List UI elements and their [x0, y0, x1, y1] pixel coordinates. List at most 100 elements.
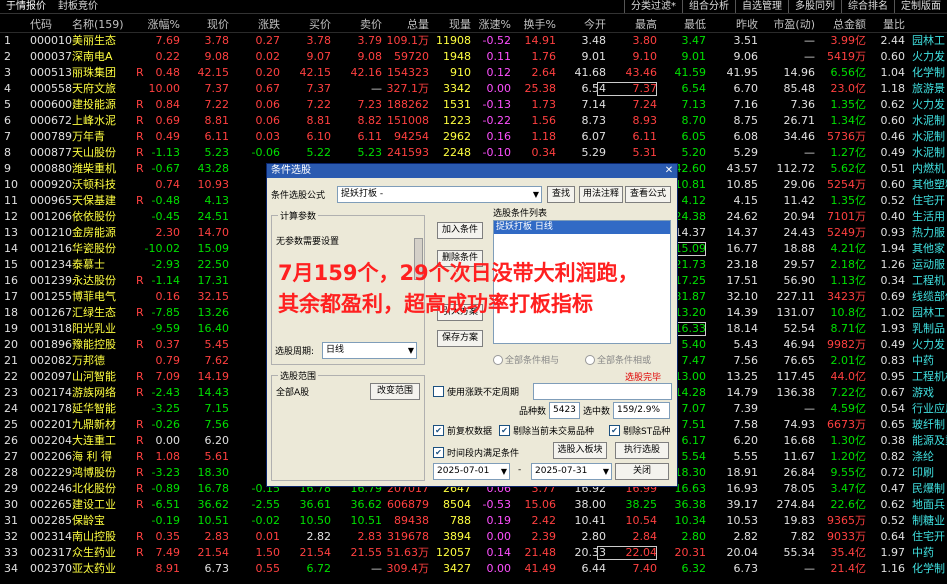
header-col-bid[interactable]: 买价 — [309, 16, 331, 32]
table-row[interactable]: 8 000877 天山股份 R -1.13 5.23 -0.06 5.22 5.23 241593… — [0, 145, 947, 161]
uncertain-period-input[interactable] — [533, 383, 672, 400]
table-row[interactable]: 1 000010 美丽生态 7.69 3.78 0.27 3.78 3.79 109.1万 119… — [0, 33, 947, 49]
find-button[interactable]: 查找 — [547, 186, 575, 203]
table-row[interactable]: 34 002370 亚太药业 8.91 6.73 0.55 6.72—309.4万 3427 0… — [0, 561, 947, 577]
header-col-low[interactable]: 最低 — [684, 16, 706, 32]
row-number: 33 — [4, 546, 18, 559]
stock-code: 002370 — [30, 562, 72, 575]
header-col-code[interactable]: 代码 — [30, 16, 52, 32]
stock-code: 002317 — [30, 546, 72, 559]
header-col-change-pct[interactable]: 涨幅% — [148, 16, 180, 32]
header-col-name[interactable]: 名称(159) — [72, 16, 124, 32]
header-col-pe[interactable]: 市盈(动) — [773, 16, 815, 32]
stock-code: 001318 — [30, 322, 72, 335]
header-col-high[interactable]: 最高 — [635, 16, 657, 32]
add-to-board-button[interactable]: 选股入板块 — [553, 442, 607, 459]
period-select[interactable]: 日线 ▼ — [322, 342, 417, 359]
col-prev-close: 10.85 — [726, 178, 759, 191]
date-to-input[interactable]: 2025-07-31 ▼ — [531, 463, 612, 480]
date-from-input[interactable]: 2025-07-01 ▼ — [433, 463, 510, 480]
header-col-turnover[interactable]: 换手% — [524, 16, 556, 32]
col-prev-close: 6.70 — [733, 82, 759, 95]
col-vol-ratio: 0.67 — [880, 386, 906, 399]
header-col-cur-volume[interactable]: 现量 — [449, 16, 471, 32]
header-col-price[interactable]: 现价 — [207, 16, 229, 32]
annotation-overlay: 7月159个，29个次日没带大利润跑， 其余都盈利，超高成功率打板指标 — [278, 258, 668, 320]
stock-code: 002314 — [30, 530, 72, 543]
tab-watchlist[interactable]: 自选管理 — [735, 0, 788, 13]
save-plan-button[interactable]: 保存方案 — [437, 330, 483, 347]
col-prev-close: 7.56 — [733, 354, 759, 367]
tab-combo[interactable]: 组合分析 — [682, 0, 735, 13]
table-row[interactable]: 33 002317 众生药业 R 7.49 21.54 1.50 21.54 21.55 51.6… — [0, 545, 947, 561]
usage-button[interactable]: 用法注释 — [579, 186, 623, 203]
row-number: 31 — [4, 514, 18, 527]
radio-all-or[interactable]: 全部条件相或 — [585, 353, 651, 366]
st-label: 剔除ST品种 — [623, 427, 671, 437]
exclude-untraded-checkbox[interactable]: ✔ 剔除当前未交易品种 — [499, 424, 594, 437]
formula-select[interactable]: 捉妖打板 - ▼ — [337, 186, 542, 203]
tab-quote[interactable]: 于情报价 — [0, 0, 52, 13]
header-col-volume[interactable]: 总量 — [407, 16, 429, 32]
col-low: 5.20 — [681, 146, 707, 159]
header-col-ask[interactable]: 卖价 — [360, 16, 382, 32]
col-vol-ratio: 0.60 — [880, 114, 906, 127]
formula-label: 条件选股公式 — [271, 191, 326, 201]
fq-label: 前复权数据 — [447, 427, 493, 437]
tab-layout[interactable]: 定制版面 — [894, 0, 947, 13]
header-col-amount[interactable]: 总金额 — [833, 16, 866, 32]
close-icon[interactable]: ✕ — [663, 165, 675, 177]
row-number: 19 — [4, 322, 18, 335]
time-range-label: 时间段内满足条件 — [447, 449, 520, 459]
row-number: 13 — [4, 226, 18, 239]
condition-list-item[interactable]: 捉妖打板 日线 — [494, 221, 670, 234]
stock-code: 001206 — [30, 210, 72, 223]
fq-checkbox[interactable]: ✔ 前复权数据 — [433, 424, 492, 437]
header-col-prev-close[interactable]: 昨收 — [736, 16, 758, 32]
change-range-button[interactable]: 改变范围 — [370, 383, 420, 400]
exclude-st-checkbox[interactable]: ✔ 剔除ST品种 — [609, 424, 670, 437]
tab-rank[interactable]: 综合排名 — [841, 0, 894, 13]
execute-button[interactable]: 执行选股 — [615, 442, 669, 459]
row-number: 22 — [4, 370, 18, 383]
col-industry: 住宅开 — [912, 530, 945, 543]
table-row[interactable]: 31 002285 保龄宝 -0.19 10.51 -0.02 10.50 10.51 8943… — [0, 513, 947, 529]
col-prev-close: 14.39 — [726, 306, 759, 319]
tab-auction[interactable]: 封板竞价 — [52, 0, 104, 13]
selected-label: 选中数 — [583, 407, 611, 417]
col-industry: 游戏 — [912, 386, 934, 399]
header-col-open[interactable]: 今开 — [584, 16, 606, 32]
header-col-change[interactable]: 涨跌 — [258, 16, 280, 32]
col-vol-ratio: 0.62 — [880, 98, 906, 111]
view-formula-button[interactable]: 查看公式 — [625, 186, 671, 203]
stock-code: 002229 — [30, 466, 72, 479]
stock-code: 001234 — [30, 258, 72, 271]
stock-code: 001239 — [30, 274, 72, 287]
time-range-checkbox[interactable]: ✔ 时间段内满足条件 — [433, 446, 519, 459]
radio-all-and[interactable]: 全部条件相与 — [493, 353, 559, 366]
row-number: 24 — [4, 402, 18, 415]
table-row[interactable]: 7 000789 万年青 R 0.49 6.11 0.03 6.10 6.11 94254 2962… — [0, 129, 947, 145]
table-row[interactable]: 3 000513 丽珠集团 R 0.48 42.15 0.20 42.15 42.16 15432… — [0, 65, 947, 81]
col-industry: 住宅开 — [912, 194, 945, 207]
table-row[interactable]: 30 002265 建设工业 R -6.51 36.62 -2.55 36.61 36.62 60… — [0, 497, 947, 513]
table-row[interactable]: 5 000600 建投能源 R 0.84 7.22 0.06 7.22 7.23 188262 15… — [0, 97, 947, 113]
table-row[interactable]: 2 000037 深南电A 0.22 9.08 0.02 9.07 9.08 59720 1948… — [0, 49, 947, 65]
col-low: 3.47 — [681, 34, 707, 47]
tab-multi[interactable]: 多股同列 — [788, 0, 841, 13]
table-row[interactable]: 4 000558 天府文旅 10.00 7.37 0.67 7.37—327.1万 3342 0… — [0, 81, 947, 97]
tab-filter[interactable]: 分类过滤* — [624, 0, 682, 13]
header-col-vol-ratio[interactable]: 量比 — [883, 16, 905, 32]
stock-code: 001267 — [30, 306, 72, 319]
table-row[interactable]: 6 000672 上峰水泥 R 0.69 8.81 0.06 8.81 8.82 151008 12… — [0, 113, 947, 129]
add-condition-button[interactable]: 加入条件 — [437, 222, 483, 239]
header-col-speed[interactable]: 涨速% — [479, 16, 511, 32]
stock-code: 000010 — [30, 34, 72, 47]
close-button[interactable]: 关闭 — [615, 463, 669, 480]
date-to-value: 2025-07-31 — [535, 466, 588, 476]
table-row[interactable]: 32 002314 南山控股 R 0.35 2.83 0.01 2.82 2.83 319678 3… — [0, 529, 947, 545]
col-price: 14.43 — [197, 386, 230, 399]
uncertain-period-checkbox[interactable]: 使用涨跌不定周期 — [433, 385, 519, 398]
col-low: 9.01 — [681, 50, 707, 63]
col-vol-ratio: 0.47 — [880, 482, 906, 495]
